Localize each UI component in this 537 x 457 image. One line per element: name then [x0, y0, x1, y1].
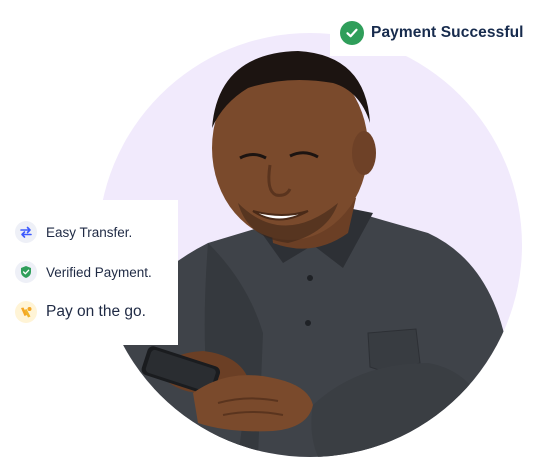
feature-label: Easy Transfer.: [46, 224, 133, 240]
transfer-arrows-icon: [15, 221, 37, 243]
feature-verified-payment: Verified Payment.: [15, 260, 178, 284]
check-circle-icon: [340, 21, 364, 45]
hero-illustration: Payment Successful Easy Transfer. Verifi…: [0, 0, 537, 457]
feature-easy-transfer: Easy Transfer.: [15, 220, 178, 244]
features-card: Easy Transfer. Verified Payment. Pay on …: [0, 200, 178, 345]
payment-success-notification: Payment Successful: [330, 10, 537, 56]
notification-text: Payment Successful: [371, 24, 524, 41]
feature-label: Pay on the go.: [46, 303, 146, 320]
feature-label: Verified Payment.: [46, 264, 152, 280]
feature-pay-on-the-go: Pay on the go.: [15, 300, 178, 324]
hand-coin-icon: [15, 301, 37, 323]
shield-check-icon: [15, 261, 37, 283]
